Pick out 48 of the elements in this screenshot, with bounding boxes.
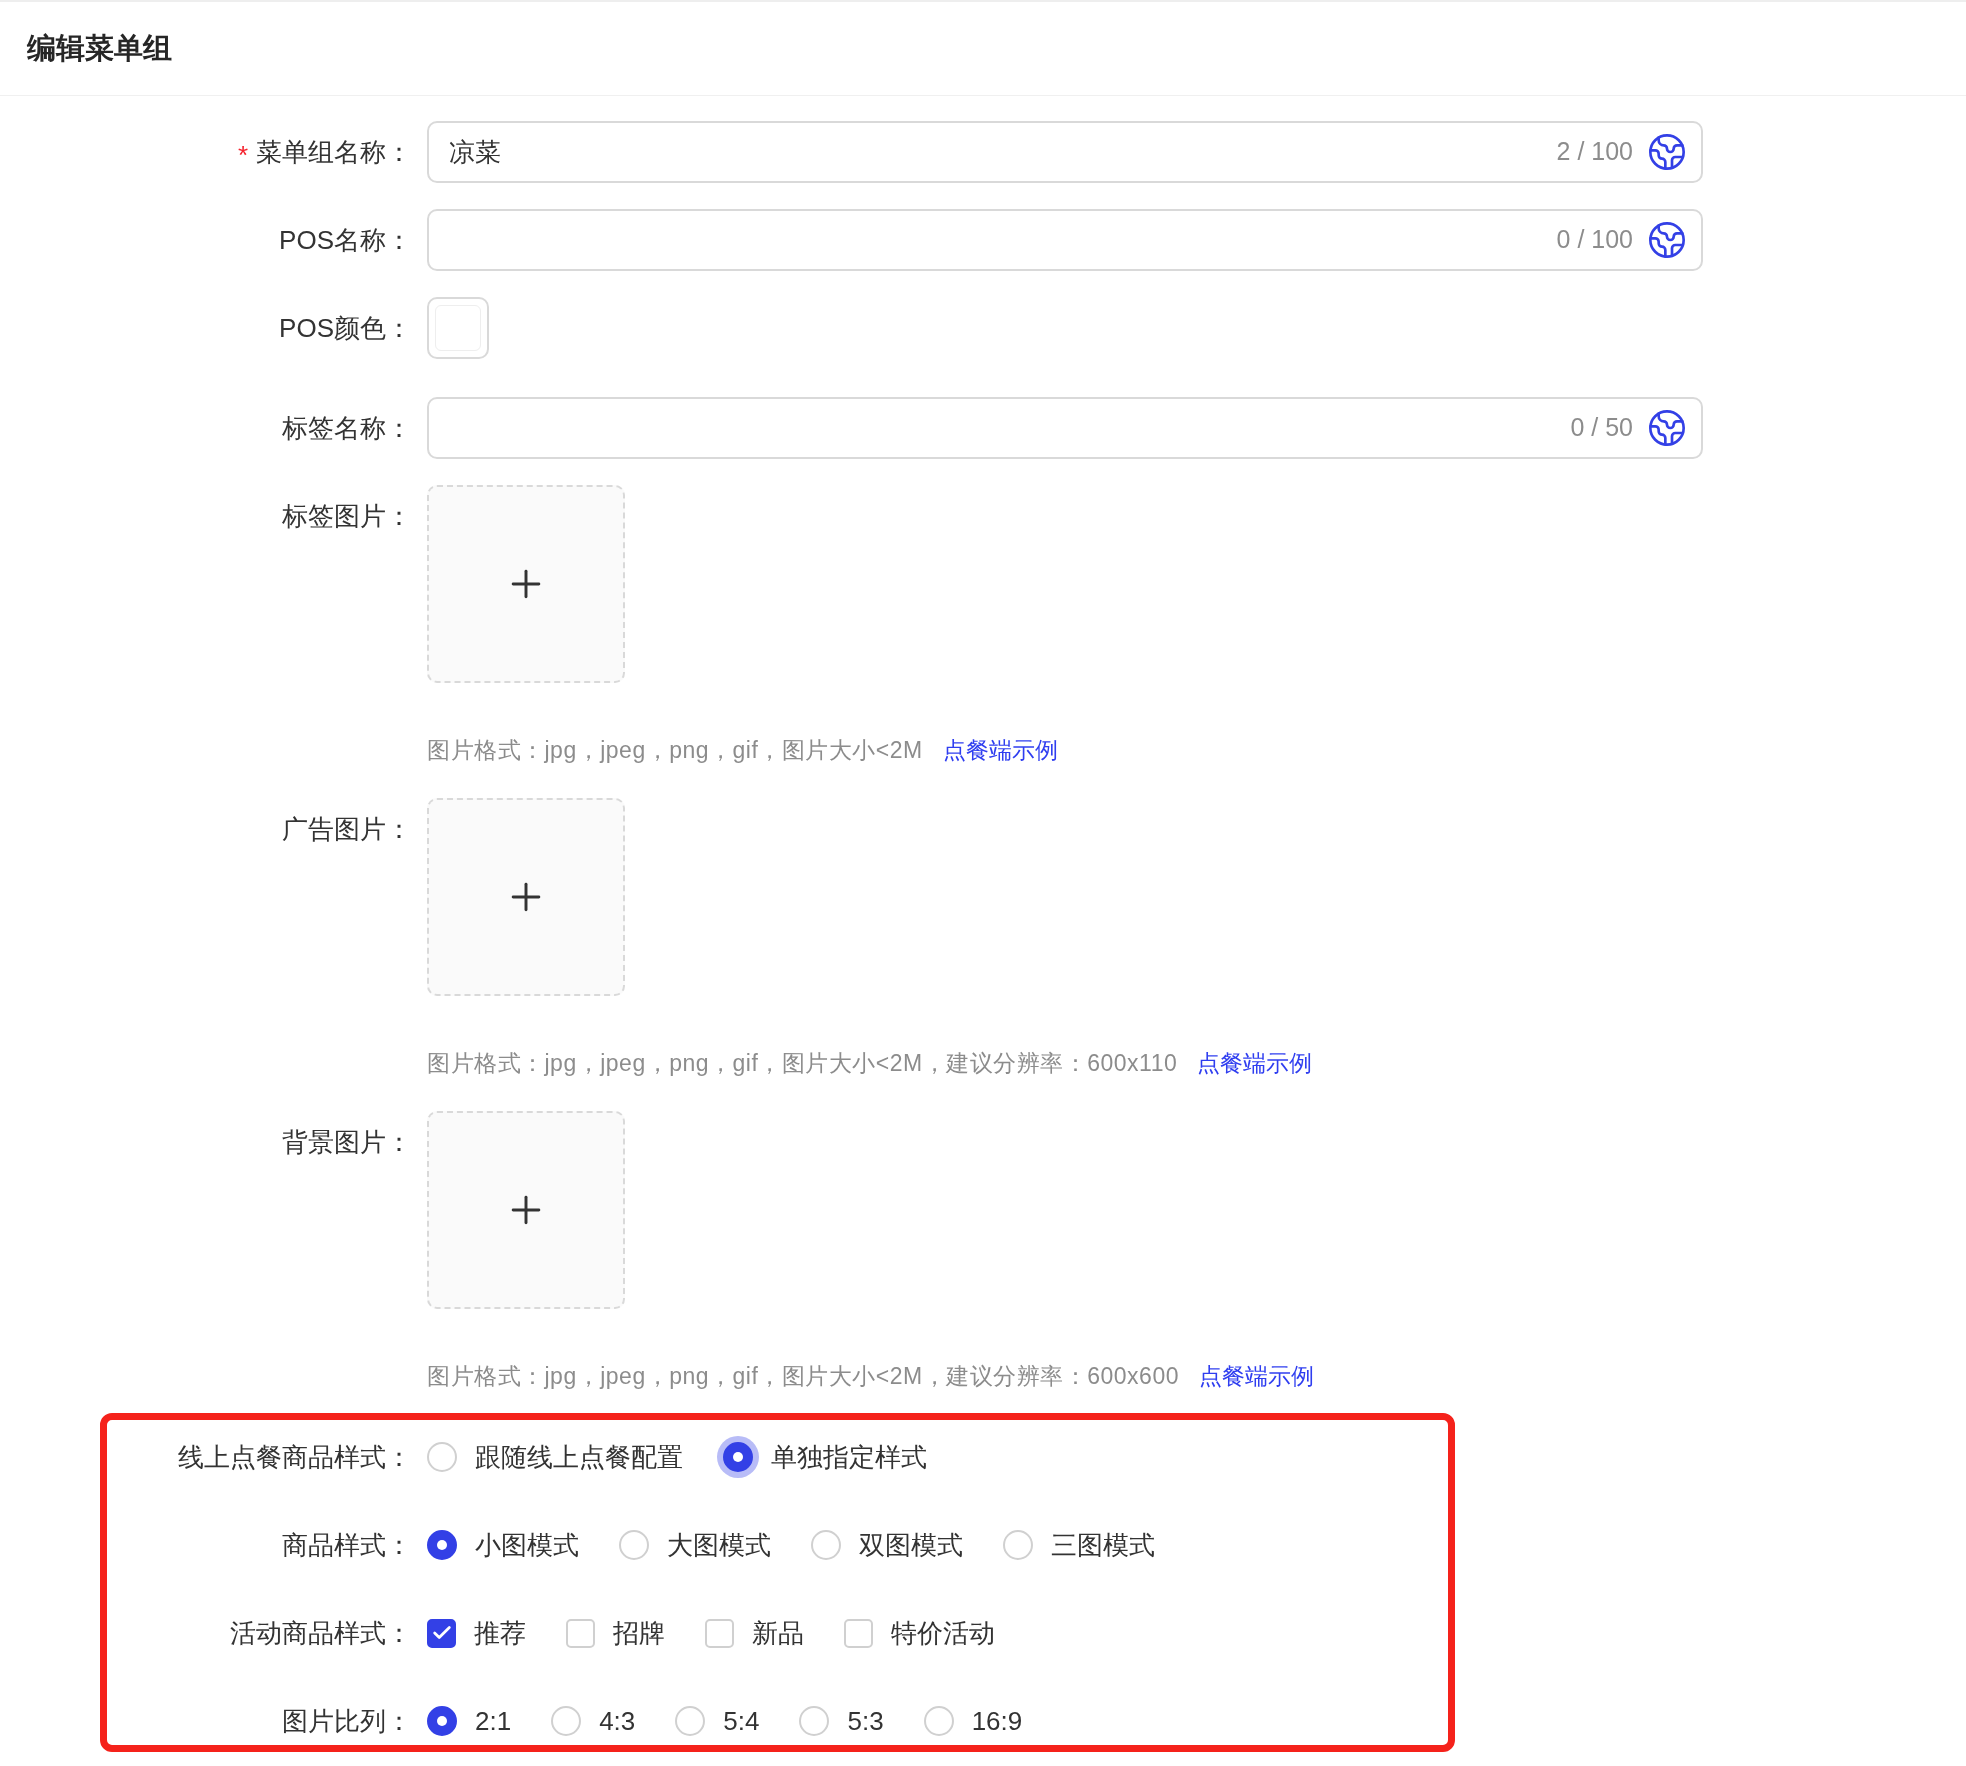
- field-label: POS名称：: [279, 224, 412, 257]
- field-label: 活动商品样式：: [230, 1617, 412, 1650]
- example-link[interactable]: 点餐端示例: [942, 732, 1058, 768]
- radio-option[interactable]: 三图模式: [996, 1518, 1162, 1572]
- checkbox-option[interactable]: 招牌: [566, 1613, 665, 1653]
- radio-option[interactable]: 2:1: [420, 1694, 519, 1748]
- field-label: 广告图片：: [282, 813, 412, 846]
- field-label: 标签名称：: [282, 412, 412, 445]
- radio-option[interactable]: 16:9: [916, 1694, 1030, 1748]
- checkbox[interactable]: [427, 1618, 456, 1648]
- character-counter: 2 / 100: [1556, 136, 1633, 168]
- field-label: 标签图片：: [282, 500, 412, 533]
- text-input[interactable]: 凉菜 2 / 100: [427, 121, 1703, 183]
- page-title: 编辑菜单组: [27, 30, 172, 66]
- field-label: 线上点餐商品样式：: [178, 1441, 412, 1474]
- color-picker[interactable]: [427, 297, 489, 359]
- example-link[interactable]: 点餐端示例: [1197, 1045, 1313, 1081]
- image-upload[interactable]: [427, 485, 625, 683]
- checkbox-option[interactable]: 新品: [705, 1613, 804, 1653]
- checkbox-option[interactable]: 推荐: [427, 1613, 526, 1653]
- character-counter: 0 / 100: [1556, 224, 1633, 256]
- required-mark: *: [237, 139, 248, 168]
- hint-text: 图片格式：jpg，jpeg，png，gif，图片大小<2M，建议分辨率：600x110: [427, 1048, 1178, 1078]
- radio-button[interactable]: [427, 1530, 457, 1560]
- radio-option[interactable]: 4:3: [544, 1694, 643, 1748]
- radio-option[interactable]: 单独指定样式: [716, 1430, 934, 1484]
- globe-icon[interactable]: [1647, 132, 1687, 172]
- hint-text: 图片格式：jpg，jpeg，png，gif，图片大小<2M: [427, 735, 923, 765]
- hint-text: 图片格式：jpg，jpeg，png，gif，图片大小<2M，建议分辨率：600x600: [427, 1361, 1179, 1391]
- field-label: 图片比列：: [282, 1705, 412, 1738]
- radio-option[interactable]: 5:4: [668, 1694, 767, 1748]
- image-upload[interactable]: [427, 798, 625, 996]
- radio-option[interactable]: 跟随线上点餐配置: [420, 1430, 690, 1484]
- radio-option[interactable]: 大图模式: [612, 1518, 778, 1572]
- field-label: 商品样式：: [282, 1529, 412, 1562]
- checkbox-option[interactable]: 特价活动: [844, 1613, 995, 1653]
- character-counter: 0 / 50: [1570, 412, 1633, 444]
- radio-button[interactable]: [427, 1706, 457, 1736]
- field-label: POS颜色：: [279, 312, 412, 345]
- example-link[interactable]: 点餐端示例: [1199, 1358, 1314, 1394]
- radio-option[interactable]: 小图模式: [420, 1518, 586, 1572]
- radio-option[interactable]: 5:3: [792, 1694, 891, 1748]
- field-label: 菜单组名称：: [256, 136, 412, 169]
- image-upload[interactable]: [427, 1111, 625, 1309]
- field-label: 背景图片：: [282, 1126, 412, 1159]
- radio-option[interactable]: 双图模式: [804, 1518, 970, 1572]
- globe-icon[interactable]: [1647, 408, 1687, 448]
- globe-icon[interactable]: [1647, 220, 1687, 260]
